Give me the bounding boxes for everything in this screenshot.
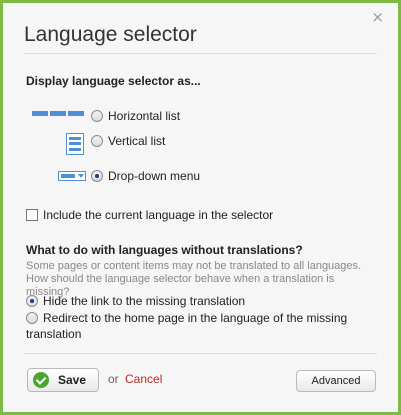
display-heading: Display language selector as... [26,74,201,88]
checkmark-icon [33,372,49,388]
option-dropdown-menu[interactable]: Drop-down menu [91,169,200,183]
option-label: Redirect to the home page in the languag… [43,311,348,325]
dropdown-menu-icon [58,171,86,181]
save-button[interactable]: Save [27,368,99,392]
option-redirect-home[interactable]: Redirect to the home page in the languag… [26,310,376,342]
save-label: Save [58,373,87,387]
option-hide-link[interactable]: Hide the link to the missing translation [26,294,245,308]
divider [24,353,377,354]
radio-horizontal-list[interactable] [91,110,103,122]
close-icon[interactable]: × [371,9,384,25]
advanced-button[interactable]: Advanced [296,370,376,392]
radio-dropdown-menu[interactable] [91,170,103,182]
radio-redirect-home[interactable] [26,312,38,324]
option-label: Drop-down menu [108,169,201,183]
option-label: Horizontal list [108,109,181,123]
option-horizontal-list[interactable]: Horizontal list [91,109,180,123]
include-current-language[interactable]: Include the current language in the sele… [26,208,273,222]
option-label: Vertical list [108,134,166,148]
radio-vertical-list[interactable] [91,135,103,147]
language-selector-dialog: × Language selector Display language sel… [0,0,401,415]
include-current-label: Include the current language in the sele… [43,208,274,222]
option-vertical-list[interactable]: Vertical list [91,134,165,148]
missing-heading: What to do with languages without transl… [26,243,303,257]
or-text: or [108,372,119,386]
dialog-title: Language selector [24,23,197,46]
include-current-checkbox[interactable] [26,209,38,221]
horizontal-list-icon [32,111,84,116]
vertical-list-icon [66,133,84,155]
divider [24,53,377,54]
cancel-link[interactable]: Cancel [125,372,162,386]
radio-hide-link[interactable] [26,295,38,307]
option-label-continued: translation [26,327,82,341]
option-label: Hide the link to the missing translation [43,294,246,308]
